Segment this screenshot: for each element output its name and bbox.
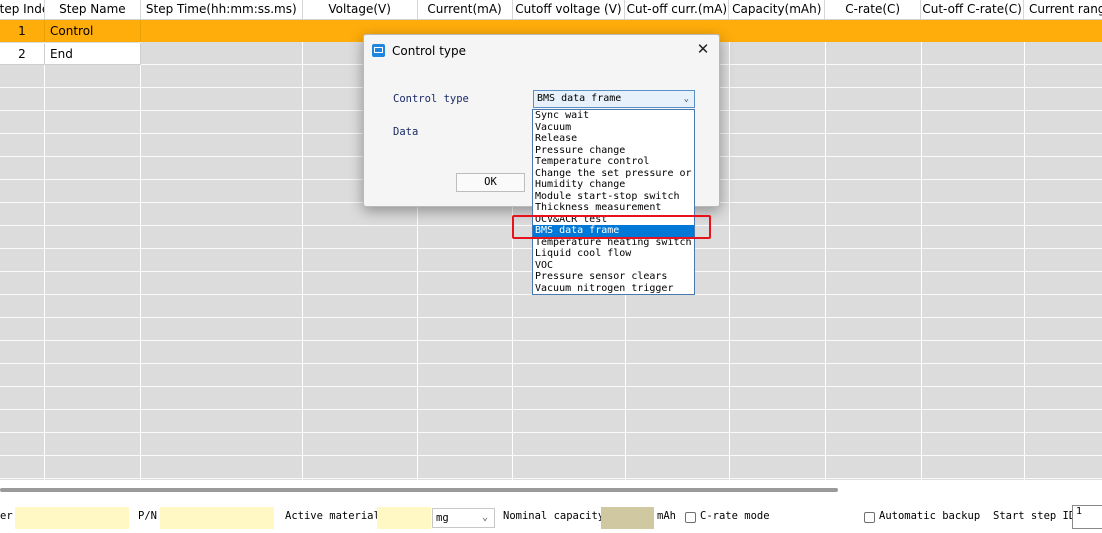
dropdown-option[interactable]: Temperature control — [533, 156, 694, 168]
control-type-label: Control type — [393, 93, 469, 105]
control-type-select[interactable]: BMS data frame ⌄ — [533, 90, 695, 108]
ok-button[interactable]: OK — [456, 173, 525, 192]
nominal-capacity-label: Nominal capacity — [503, 510, 605, 522]
col-header-step-name[interactable]: Step Name — [45, 0, 141, 19]
barcode-input[interactable] — [15, 507, 129, 529]
dropdown-option[interactable]: VOC — [533, 260, 694, 272]
dropdown-option[interactable]: Change the set pressure or t — [533, 168, 694, 180]
dropdown-option[interactable]: Release — [533, 133, 694, 145]
start-step-label: Start step ID — [993, 510, 1076, 522]
grid-header: Step Index Step Name Step Time(hh:mm:ss.… — [0, 0, 1102, 20]
col-header-step-index[interactable]: Step Index — [0, 0, 45, 19]
pn-label: P/N — [138, 510, 157, 522]
app-window-icon — [372, 44, 385, 57]
dropdown-option[interactable]: Liquid cool flow — [533, 248, 694, 260]
row-step-name: End — [45, 43, 141, 65]
data-label: Data — [393, 126, 419, 138]
dropdown-option[interactable]: Vacuum — [533, 122, 694, 134]
capacity-unit-label: mAh — [657, 510, 676, 522]
close-icon[interactable]: ✕ — [693, 39, 713, 59]
col-header-step-time[interactable]: Step Time(hh:mm:ss.ms) — [141, 0, 303, 19]
row-step-index: 2 — [0, 43, 45, 65]
pn-input[interactable] — [160, 507, 274, 529]
col-header-current[interactable]: Current(mA) — [418, 0, 513, 19]
annotation-highlight-box — [512, 215, 711, 239]
active-material-label: Active material — [285, 510, 380, 522]
dialog-title: Control type — [392, 44, 466, 58]
dropdown-option[interactable]: Pressure change — [533, 145, 694, 157]
col-header-voltage[interactable]: Voltage(V) — [303, 0, 418, 19]
dropdown-option[interactable]: Pressure sensor clears — [533, 271, 694, 283]
unit-select-value: mg — [436, 512, 449, 524]
dropdown-option[interactable]: Module start-stop switch — [533, 191, 694, 203]
start-step-input[interactable]: 1 — [1072, 505, 1102, 529]
crate-mode-label: C-rate mode — [700, 510, 770, 522]
horizontal-scrollbar[interactable] — [0, 488, 838, 492]
crate-mode-checkbox[interactable] — [685, 512, 696, 523]
nominal-capacity-input[interactable] — [601, 507, 654, 529]
dropdown-option[interactable]: Sync wait — [533, 110, 694, 122]
col-header-current-range[interactable]: Current rang — [1024, 0, 1102, 19]
active-material-input[interactable] — [377, 507, 431, 529]
control-type-dropdown-list[interactable]: Sync wait Vacuum Release Pressure change Tem… — [532, 109, 695, 295]
col-header-label: Step Index — [0, 2, 44, 16]
dropdown-option[interactable]: Thickness measurement — [533, 202, 694, 214]
unit-select[interactable]: mg ⌄ — [432, 508, 495, 528]
col-header-cutoff-c-rate[interactable]: Cut-off C-rate(C) — [921, 0, 1025, 19]
automatic-backup-label: Automatic backup — [879, 510, 981, 522]
chevron-down-icon: ⌄ — [683, 94, 689, 104]
col-header-c-rate[interactable]: C-rate(C) — [825, 0, 922, 19]
barcode-label: er — [0, 510, 13, 522]
row-step-name: Control — [45, 20, 141, 42]
control-type-select-value: BMS data frame — [537, 93, 622, 104]
col-header-capacity[interactable]: Capacity(mAh) — [729, 0, 826, 19]
col-header-cutoff-current[interactable]: Cut-off curr.(mA) — [625, 0, 730, 19]
col-header-cutoff-voltage[interactable]: Cutoff voltage (V) — [513, 0, 626, 19]
chevron-down-icon: ⌄ — [481, 512, 488, 523]
row-step-index: 1 — [0, 20, 45, 42]
dropdown-option[interactable]: Humidity change — [533, 179, 694, 191]
step-settings-form: er P/N Active material mg ⌄ Nominal capa… — [0, 505, 1102, 529]
dropdown-option[interactable]: Vacuum nitrogen trigger — [533, 283, 694, 295]
automatic-backup-checkbox[interactable] — [864, 512, 875, 523]
